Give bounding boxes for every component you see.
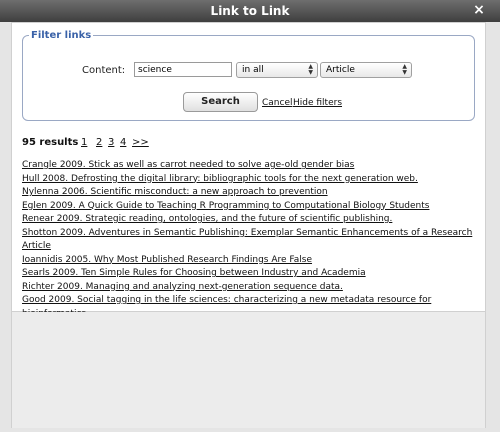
type-select-value: Article	[326, 65, 355, 75]
result-link[interactable]: Shotton 2009. Adventures in Semantic Pub…	[22, 228, 472, 252]
result-link[interactable]: Nylenna 2006. Scientific misconduct: a n…	[22, 187, 328, 197]
search-button[interactable]: Search	[183, 92, 258, 112]
results-count: 95 results	[22, 137, 79, 148]
list-item: Richter 2009. Managing and analyzing nex…	[22, 281, 477, 295]
close-icon[interactable]: ×	[472, 0, 486, 22]
result-link[interactable]: Searls 2009. Ten Simple Rules for Choosi…	[22, 268, 366, 278]
dialog-content-panel: Filter links Content: in all ▲▼ Article …	[11, 22, 486, 319]
list-item: Eglen 2009. A Quick Guide to Teaching R …	[22, 200, 477, 214]
filter-links-fieldset: Filter links Content: in all ▲▼ Article …	[22, 30, 475, 121]
result-link[interactable]: Crangle 2009. Stick as well as carrot ne…	[22, 160, 354, 170]
result-link[interactable]: Renear 2009. Strategic reading, ontologi…	[22, 214, 392, 224]
list-item: Searls 2009. Ten Simple Rules for Choosi…	[22, 267, 477, 281]
result-link[interactable]: Hull 2008. Defrosting the digital librar…	[22, 174, 418, 184]
result-link[interactable]: Richter 2009. Managing and analyzing nex…	[22, 282, 343, 292]
scope-select-value: in all	[242, 65, 264, 75]
content-search-input[interactable]	[134, 62, 232, 77]
hide-filters-link[interactable]: Hide filters	[293, 98, 342, 108]
result-link[interactable]: Eglen 2009. A Quick Guide to Teaching R …	[22, 201, 429, 211]
page-link-3[interactable]: 3	[108, 137, 114, 148]
list-item: Hull 2008. Defrosting the digital librar…	[22, 173, 477, 187]
cancel-link[interactable]: Cancel	[262, 98, 293, 108]
list-item: Renear 2009. Strategic reading, ontologi…	[22, 213, 477, 227]
scope-select[interactable]: in all ▲ ▼	[236, 62, 318, 78]
list-item: Crangle 2009. Stick as well as carrot ne…	[22, 159, 477, 173]
updown-arrows-icon: ▲ ▼	[308, 63, 313, 76]
page-link-4[interactable]: 4	[120, 137, 126, 148]
dialog-title: Link to Link	[210, 4, 290, 18]
type-select[interactable]: Article ▲ ▼	[320, 62, 412, 78]
page-link-2[interactable]: 2	[96, 137, 102, 148]
page-link-next[interactable]: >>	[132, 137, 149, 148]
dialog-titlebar: Link to Link ×	[0, 0, 500, 22]
link-to-link-dialog: Link to Link × Filter links Content: in …	[0, 0, 500, 432]
page-link-1[interactable]: 1	[81, 137, 87, 148]
list-item: Nylenna 2006. Scientific misconduct: a n…	[22, 186, 477, 200]
list-item: Shotton 2009. Adventures in Semantic Pub…	[22, 227, 477, 254]
content-label: Content:	[82, 65, 126, 76]
updown-arrows-icon: ▲ ▼	[402, 63, 407, 76]
list-item: Ioannidis 2005. Why Most Published Resea…	[22, 254, 477, 268]
results-list: Crangle 2009. Stick as well as carrot ne…	[22, 159, 477, 321]
result-link[interactable]: Ioannidis 2005. Why Most Published Resea…	[22, 255, 312, 265]
dialog-empty-area	[11, 312, 486, 428]
filter-links-legend: Filter links	[31, 30, 92, 41]
